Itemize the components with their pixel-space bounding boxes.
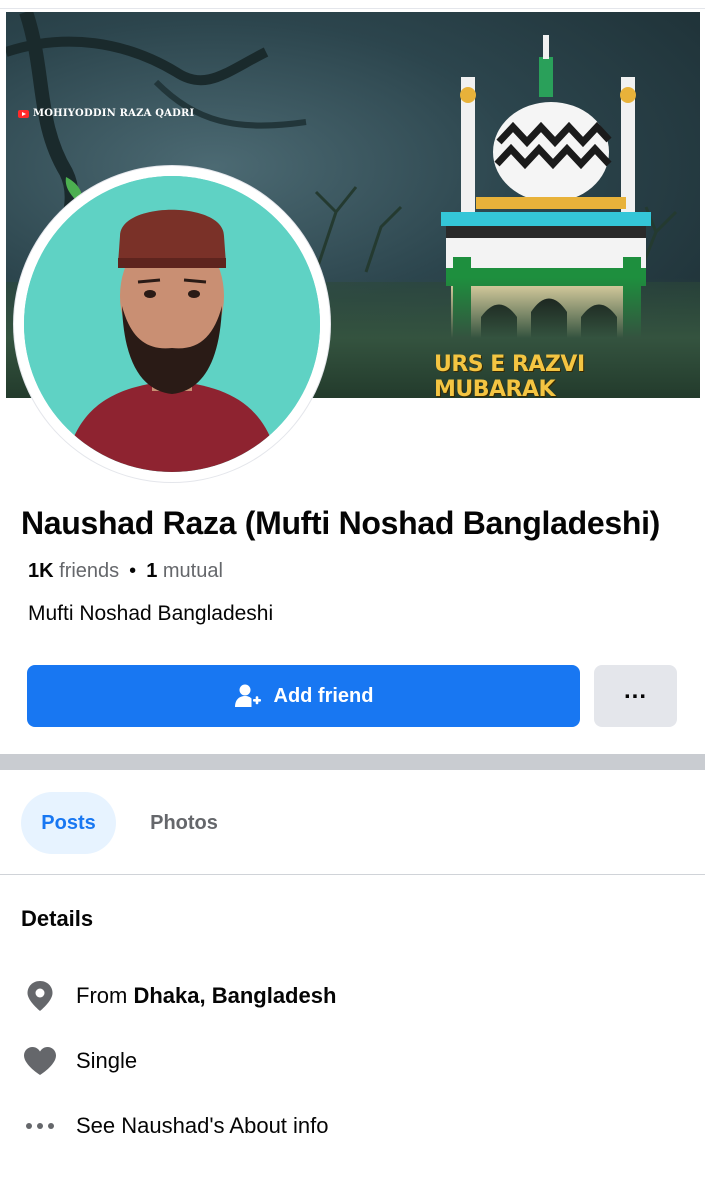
- hometown-prefix: From: [76, 983, 128, 1008]
- add-person-icon: [234, 684, 261, 707]
- hometown-text: From Dhaka, Bangladesh: [76, 983, 336, 1009]
- tabs-divider: [0, 874, 705, 875]
- relationship-text: Single: [76, 1048, 138, 1073]
- location-pin-icon: [20, 976, 60, 1016]
- add-friend-button[interactable]: Add friend: [27, 665, 580, 727]
- section-divider: [0, 754, 705, 770]
- friends-count: 1K: [28, 560, 54, 582]
- separator-dot: •: [129, 560, 137, 582]
- mutual-count: 1: [146, 560, 158, 582]
- detail-row-hometown: From Dhaka, Bangladesh: [20, 976, 336, 1016]
- about-info-link[interactable]: See Naushad's About info: [76, 1113, 329, 1139]
- youtube-icon: [18, 109, 29, 118]
- cover-watermark-text: MOHIYODDIN RAZA QADRI: [33, 108, 195, 119]
- cover-banner-text: URS E RAZVI MUBARAK: [434, 352, 585, 398]
- avatar-portrait: [24, 176, 320, 472]
- friends-stats[interactable]: 1K friends • 1 mutual: [28, 560, 223, 583]
- details-heading: Details: [21, 906, 94, 931]
- add-friend-label: Add friend: [273, 684, 374, 707]
- more-options-button[interactable]: ...: [594, 665, 677, 727]
- detail-row-about[interactable]: See Naushad's About info: [20, 1106, 329, 1146]
- more-dots-icon: ...: [623, 677, 647, 704]
- tab-photos[interactable]: Photos: [130, 792, 238, 854]
- profile-name: Naushad Raza (Mufti Noshad Bangladeshi): [21, 505, 661, 541]
- hometown-place[interactable]: Dhaka, Bangladesh: [133, 983, 336, 1008]
- profile-bio: Mufti Noshad Bangladeshi: [28, 602, 274, 625]
- profile-avatar[interactable]: [24, 176, 320, 472]
- friends-label: friends: [59, 560, 120, 582]
- more-dots-icon: [20, 1106, 60, 1146]
- top-edge: [0, 0, 705, 9]
- heart-icon: [20, 1041, 60, 1081]
- cover-watermark: MOHIYODDIN RAZA QADRI: [18, 108, 194, 119]
- detail-row-relationship: Single: [20, 1041, 137, 1081]
- tab-posts[interactable]: Posts: [21, 792, 116, 854]
- mutual-label: mutual: [162, 560, 223, 582]
